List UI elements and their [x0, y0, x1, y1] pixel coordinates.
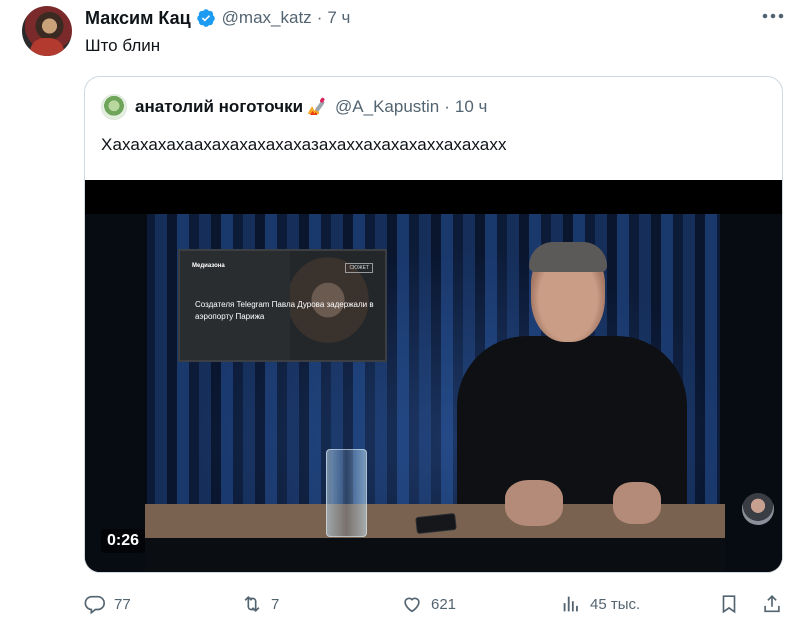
share-button[interactable]: [761, 589, 783, 619]
speaker-hand-left: [505, 480, 563, 526]
verified-badge-icon: [196, 9, 215, 27]
video-frame: Медиазона СЮЖЕТ Создателя Telegram Павла…: [85, 214, 782, 572]
screen-tag: СЮЖЕТ: [345, 263, 373, 273]
reply-count: 77: [114, 595, 131, 613]
action-bar: 77 7 621 45 тыс.: [84, 589, 784, 619]
more-icon[interactable]: [760, 6, 786, 26]
reply-icon: [84, 595, 105, 615]
like-count: 621: [431, 595, 457, 613]
tweet-header: Максим Кац @max_katz · 7 ч: [85, 7, 350, 29]
quote-author-handle[interactable]: @A_Kapustin: [335, 97, 439, 117]
screen-brand: Медиазона: [192, 263, 225, 269]
like-icon: [404, 597, 420, 613]
dark-wall-left: [85, 214, 147, 572]
tweet-text: Што блин: [85, 36, 161, 55]
fire-nail-emoji-icon: [308, 97, 325, 115]
header-separator: ·: [316, 8, 323, 27]
views-button[interactable]: 45 тыс.: [560, 589, 640, 619]
quoted-tweet[interactable]: анатолий ноготочки @A_Kapustin · 10 ч Ха…: [84, 76, 783, 573]
views-count: 45 тыс.: [590, 595, 641, 613]
video-player[interactable]: Медиазона СЮЖЕТ Создателя Telegram Павла…: [85, 180, 782, 572]
video-duration: 0:26: [101, 529, 146, 553]
tv-screen: Медиазона СЮЖЕТ Создателя Telegram Павла…: [178, 249, 387, 362]
repost-button[interactable]: 7: [241, 589, 279, 619]
quote-author-name[interactable]: анатолий ноготочки: [135, 97, 303, 117]
quote-header-separator: ·: [444, 97, 450, 116]
screen-headline: Создателя Telegram Павла Дурова задержал…: [195, 300, 374, 321]
speaker-hand-right: [613, 482, 661, 524]
quote-text: Хахахахахаахахахахахахазахаххахахахаххах…: [101, 135, 507, 154]
quote-time[interactable]: 10 ч: [455, 97, 488, 117]
repost-icon: [244, 595, 260, 613]
author-avatar[interactable]: [22, 6, 72, 56]
reply-button[interactable]: 77: [84, 589, 131, 619]
water-glass: [326, 449, 367, 537]
like-button[interactable]: 621: [401, 589, 456, 619]
bookmark-icon: [722, 595, 736, 614]
picture-in-picture-avatar: [742, 493, 774, 525]
share-icon: [764, 595, 780, 613]
bookmark-button[interactable]: [718, 589, 740, 619]
speaker-hair: [529, 242, 607, 272]
table-front: [145, 538, 725, 572]
quote-header: анатолий ноготочки @A_Kapustin · 10 ч: [101, 94, 488, 120]
author-name[interactable]: Максим Кац: [85, 8, 191, 29]
tweet-time[interactable]: 7 ч: [327, 8, 350, 28]
views-icon: [563, 596, 578, 612]
quote-author-avatar[interactable]: [101, 94, 127, 120]
author-handle[interactable]: @max_katz: [222, 8, 312, 28]
avatar-shirt: [30, 38, 64, 56]
repost-count: 7: [271, 595, 280, 613]
